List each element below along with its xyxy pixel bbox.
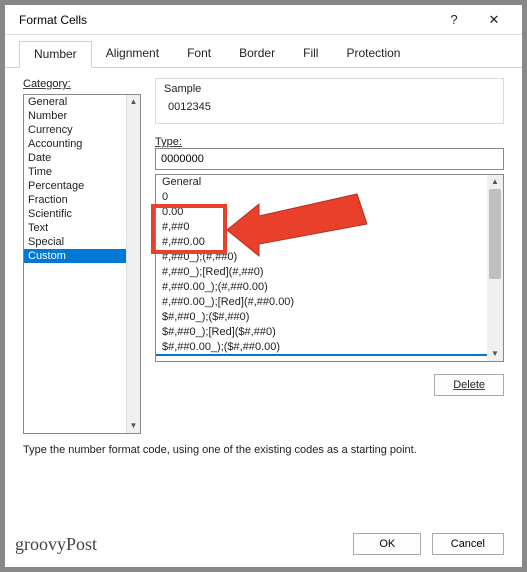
format-item[interactable]: $#,##0.00_);($#,##0.00) bbox=[156, 340, 503, 356]
format-item[interactable]: #,##0.00 bbox=[156, 235, 503, 250]
close-icon[interactable]: ✕ bbox=[474, 12, 514, 28]
delete-button[interactable]: Delete bbox=[434, 374, 504, 396]
format-item[interactable]: #,##0 bbox=[156, 220, 503, 235]
category-item-percentage[interactable]: Percentage bbox=[24, 179, 140, 193]
category-item-currency[interactable]: Currency bbox=[24, 123, 140, 137]
category-listbox[interactable]: General Number Currency Accounting Date … bbox=[23, 94, 141, 434]
scroll-up-icon[interactable]: ▲ bbox=[127, 95, 140, 109]
sample-box: Sample 0012345 bbox=[155, 78, 504, 124]
category-item-fraction[interactable]: Fraction bbox=[24, 193, 140, 207]
scroll-down-icon[interactable]: ▼ bbox=[487, 347, 503, 361]
watermark-logo: groovyPost bbox=[15, 534, 97, 555]
tab-strip: Number Alignment Font Border Fill Protec… bbox=[5, 35, 522, 68]
category-item-custom[interactable]: Custom bbox=[24, 249, 140, 263]
category-item-text[interactable]: Text bbox=[24, 221, 140, 235]
scrollbar-thumb[interactable] bbox=[489, 189, 501, 279]
category-item-accounting[interactable]: Accounting bbox=[24, 137, 140, 151]
category-item-date[interactable]: Date bbox=[24, 151, 140, 165]
scroll-up-icon[interactable]: ▲ bbox=[487, 175, 503, 189]
number-tab-content: Category: General Number Currency Accoun… bbox=[5, 68, 522, 523]
format-item[interactable]: $#,##0_);($#,##0) bbox=[156, 310, 503, 325]
category-scrollbar[interactable]: ▲ ▼ bbox=[126, 95, 140, 433]
format-item[interactable]: #,##0_);(#,##0) bbox=[156, 250, 503, 265]
dialog-footer: groovyPost OK Cancel bbox=[5, 523, 522, 567]
category-item-scientific[interactable]: Scientific bbox=[24, 207, 140, 221]
format-cells-dialog: Format Cells ? ✕ Number Alignment Font B… bbox=[4, 4, 523, 568]
hint-text: Type the number format code, using one o… bbox=[23, 444, 504, 456]
category-label: Category: bbox=[23, 78, 141, 90]
category-item-number[interactable]: Number bbox=[24, 109, 140, 123]
format-item[interactable]: #,##0.00_);(#,##0.00) bbox=[156, 280, 503, 295]
format-listbox[interactable]: General 0 0.00 #,##0 #,##0.00 #,##0_);(#… bbox=[155, 174, 504, 362]
titlebar: Format Cells ? ✕ bbox=[5, 5, 522, 35]
format-item[interactable]: 0 bbox=[156, 190, 503, 205]
tab-border[interactable]: Border bbox=[225, 41, 289, 67]
tab-protection[interactable]: Protection bbox=[332, 41, 414, 67]
format-item[interactable]: #,##0_);[Red](#,##0) bbox=[156, 265, 503, 280]
cancel-button[interactable]: Cancel bbox=[432, 533, 504, 555]
category-item-time[interactable]: Time bbox=[24, 165, 140, 179]
format-item[interactable]: 0.00 bbox=[156, 205, 503, 220]
format-item[interactable]: $#,##0_);[Red]($#,##0) bbox=[156, 325, 503, 340]
tab-fill[interactable]: Fill bbox=[289, 41, 332, 67]
category-item-special[interactable]: Special bbox=[24, 235, 140, 249]
format-item[interactable]: General bbox=[156, 175, 503, 190]
sample-value: 0012345 bbox=[164, 95, 495, 115]
category-item-general[interactable]: General bbox=[24, 95, 140, 109]
type-input[interactable] bbox=[155, 148, 504, 170]
format-scrollbar[interactable]: ▲ ▼ bbox=[487, 175, 503, 361]
sample-label: Sample bbox=[164, 83, 495, 95]
scroll-down-icon[interactable]: ▼ bbox=[127, 419, 140, 433]
help-icon[interactable]: ? bbox=[434, 12, 474, 27]
dialog-title: Format Cells bbox=[19, 13, 434, 27]
ok-button[interactable]: OK bbox=[353, 533, 421, 555]
tab-font[interactable]: Font bbox=[173, 41, 225, 67]
type-label: Type: bbox=[155, 136, 504, 148]
tab-alignment[interactable]: Alignment bbox=[92, 41, 173, 67]
format-item[interactable]: #,##0.00_);[Red](#,##0.00) bbox=[156, 295, 503, 310]
tab-number[interactable]: Number bbox=[19, 41, 92, 68]
